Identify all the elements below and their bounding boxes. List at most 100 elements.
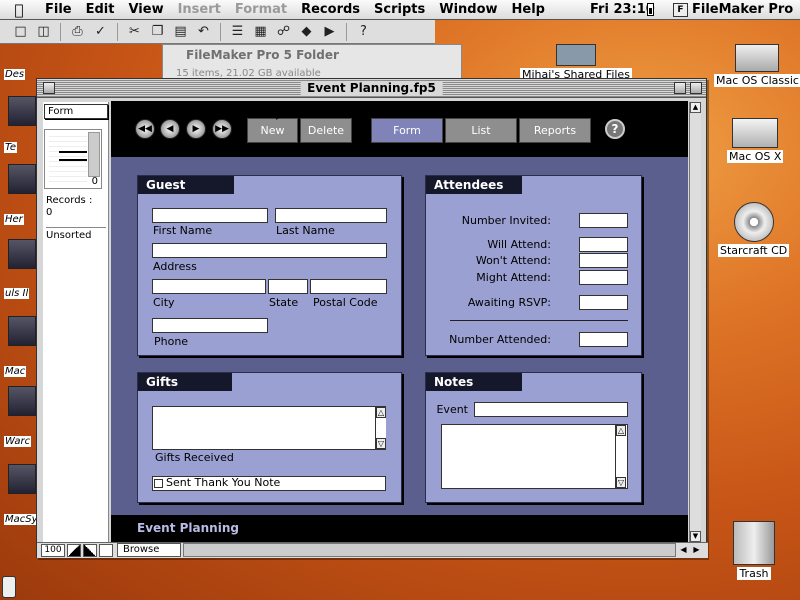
window-title-bar[interactable]: Event Planning.fp5 [37, 79, 706, 98]
notes-field[interactable] [441, 424, 628, 489]
state-field[interactable] [268, 279, 308, 294]
reports-button[interactable]: Reports [519, 118, 591, 143]
sort-icon[interactable]: ☰ [227, 22, 248, 42]
sent-thank-you-checkbox[interactable] [154, 479, 163, 488]
trash-label: Trash [737, 567, 771, 580]
city-field[interactable] [152, 279, 266, 294]
zoom-box-icon[interactable] [674, 82, 686, 94]
event-planning-window[interactable]: Event Planning.fp5 Form 0 Records :0 Uns… [36, 78, 708, 558]
toolbar-separator [60, 22, 61, 41]
delete-record-button[interactable]: Delete [300, 118, 352, 143]
close-box-icon[interactable] [43, 82, 55, 94]
help-icon[interactable]: ? [605, 119, 625, 139]
copy-icon[interactable]: ❐ [147, 22, 168, 42]
menu-insert[interactable]: Insert [171, 2, 228, 17]
scroll-down-arrow-icon[interactable]: ▽ [616, 477, 626, 488]
postal-code-field[interactable] [310, 279, 387, 294]
application-menu[interactable]: F FileMaker Pro [673, 2, 793, 17]
scroll-up-arrow-icon[interactable]: △ [616, 425, 626, 436]
menu-help[interactable]: Help [505, 2, 552, 17]
collapse-box-icon[interactable] [690, 82, 702, 94]
zoom-in-icon[interactable] [83, 544, 97, 557]
scroll-up-arrow-icon[interactable]: ▲ [690, 102, 701, 113]
mac-os-x-label: Mac OS X [727, 150, 784, 163]
new-doc-icon[interactable]: □ [10, 22, 31, 42]
first-record-icon[interactable]: ◀◀ [135, 119, 155, 139]
menu-scripts[interactable]: Scripts [367, 2, 432, 17]
cut-icon[interactable]: ✂ [124, 22, 145, 42]
form-view-button[interactable]: Form [371, 118, 443, 143]
book-icon[interactable]: 0 [44, 129, 102, 189]
number-invited-field[interactable] [579, 213, 628, 228]
horizontal-scrollbar[interactable] [183, 543, 676, 557]
open-icon[interactable]: ◫ [33, 22, 54, 42]
gifts-received-label: Gifts Received [155, 451, 234, 464]
gifts-scrollbar[interactable]: △ ▽ [375, 407, 386, 449]
awaiting-rsvp-field[interactable] [579, 295, 628, 310]
menu-format[interactable]: Format [228, 2, 294, 17]
desktop-app-icon[interactable] [8, 96, 36, 126]
omit-icon[interactable]: ◆ [296, 22, 317, 42]
desktop-app-icon[interactable] [8, 164, 36, 194]
number-attended-field[interactable] [579, 332, 628, 347]
find-icon[interactable]: ▦ [250, 22, 271, 42]
will-attend-field[interactable] [579, 237, 628, 252]
new-record-button[interactable]: New [247, 118, 298, 143]
previous-record-icon[interactable]: ◀ [160, 119, 180, 139]
menu-file[interactable]: File [38, 2, 79, 17]
zoom-out-icon[interactable] [67, 544, 81, 557]
scroll-left-arrow-icon[interactable]: ◀ [678, 544, 689, 557]
menu-window[interactable]: Window [432, 2, 504, 17]
spell-check-icon[interactable]: ✓ [90, 22, 111, 42]
starcraft-cd-icon[interactable]: Starcraft CD [718, 202, 790, 257]
first-name-field[interactable] [152, 208, 268, 223]
gifts-panel: Gifts △ ▽ Gifts Received Sent Thank You N… [137, 372, 402, 503]
battery-icon[interactable] [647, 3, 654, 16]
desktop-app-icon[interactable] [8, 386, 36, 416]
records-label: Records : [46, 195, 93, 206]
event-field[interactable] [474, 402, 628, 417]
list-view-button[interactable]: List [445, 118, 517, 143]
phone-field[interactable] [152, 318, 268, 333]
print-icon[interactable]: ⎙ [67, 22, 88, 42]
undo-icon[interactable]: ↶ [193, 22, 214, 42]
menu-view[interactable]: View [121, 2, 170, 17]
record-slider[interactable] [88, 132, 100, 177]
paste-icon[interactable]: ▤ [170, 22, 191, 42]
shared-files-icon[interactable]: Mihai's Shared Files [520, 44, 632, 81]
scroll-up-arrow-icon[interactable]: △ [376, 407, 386, 418]
wont-attend-field[interactable] [579, 253, 628, 268]
scroll-down-arrow-icon[interactable]: ▼ [690, 531, 701, 542]
scroll-right-arrow-icon[interactable]: ▶ [691, 544, 702, 557]
trash-icon[interactable]: Trash [733, 521, 775, 580]
speaker-icon[interactable] [2, 576, 16, 598]
zoom-percentage[interactable]: 100 [41, 544, 65, 557]
status-area-toggle-icon[interactable] [99, 544, 113, 557]
finder-folder-window[interactable]: FileMaker Pro 5 Folder 15 items, 21.02 G… [162, 44, 462, 82]
replace-icon[interactable]: ▶ [319, 22, 340, 42]
trash-can-icon [733, 521, 775, 565]
help-icon[interactable]: ? [353, 22, 374, 42]
next-record-icon[interactable]: ▶ [186, 119, 206, 139]
gifts-received-field[interactable] [152, 406, 386, 450]
notes-scrollbar[interactable]: △ ▽ [615, 425, 626, 488]
last-record-icon[interactable]: ▶▶ [212, 119, 232, 139]
desktop-app-icon[interactable] [8, 239, 36, 269]
scroll-down-arrow-icon[interactable]: ▽ [376, 438, 386, 449]
mac-os-classic-icon[interactable]: Mac OS Classic [714, 44, 800, 87]
city-label: City [153, 296, 175, 309]
desktop-app-icon[interactable] [8, 316, 36, 346]
desktop-app-icon[interactable] [8, 464, 36, 494]
menu-edit[interactable]: Edit [79, 2, 122, 17]
apple-menu-icon[interactable]:  [0, 1, 38, 19]
might-attend-field[interactable] [579, 270, 628, 285]
mac-os-x-icon[interactable]: Mac OS X [727, 118, 784, 163]
menu-records[interactable]: Records [294, 2, 367, 17]
address-field[interactable] [152, 243, 387, 258]
layout-menu[interactable]: Form [44, 104, 108, 119]
vertical-scrollbar[interactable]: ▲ ▼ [689, 102, 701, 542]
menu-clock[interactable]: Fri 23:10 [590, 2, 655, 17]
last-name-field[interactable] [275, 208, 387, 223]
script-icon[interactable]: ☍ [273, 22, 294, 42]
mode-selector[interactable]: Browse [117, 543, 181, 557]
